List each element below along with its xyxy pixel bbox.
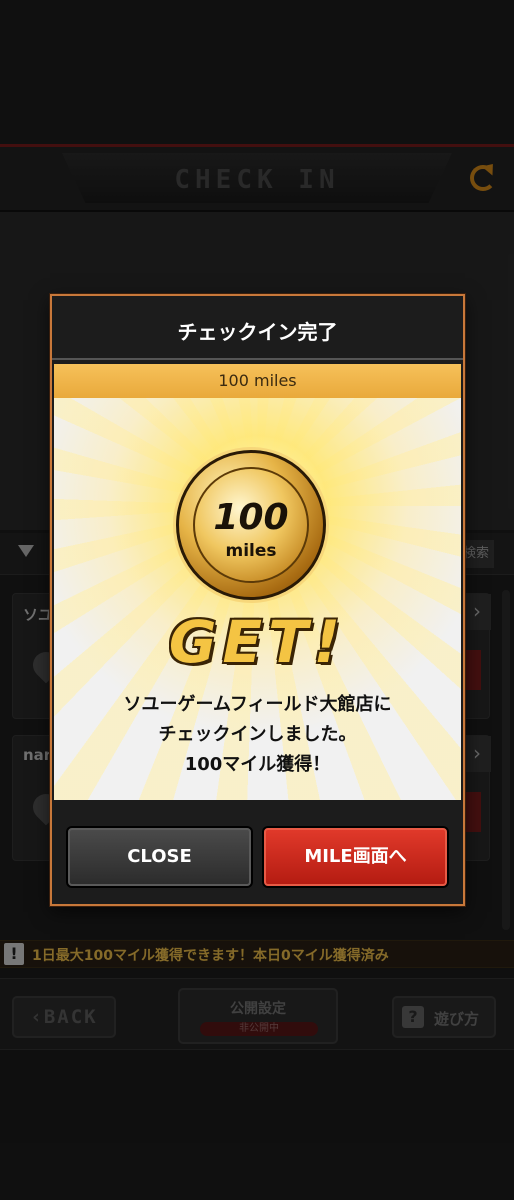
dialog-title: チェックイン完了 — [177, 320, 338, 344]
coin-face: 100 miles — [193, 467, 309, 583]
get-banner: GET! — [168, 608, 347, 676]
message-line: ソユーゲームフィールド大館店に — [123, 694, 392, 715]
checkin-complete-dialog: チェックイン完了 100 miles 100 miles GET! ソユーゲーム… — [50, 294, 465, 906]
checkin-message: ソユーゲームフィールド大館店に チェックインしました。 100マイル獲得！ — [54, 690, 461, 780]
coin-value: 100 — [213, 497, 289, 538]
mile-screen-button[interactable]: MILE画面へ — [264, 828, 447, 886]
reward-panel: 100 miles GET! ソユーゲームフィールド大館店に チェックインしまし… — [54, 398, 461, 800]
coin-unit: miles — [225, 541, 277, 561]
message-line: 100マイル獲得！ — [184, 754, 331, 775]
reward-banner: 100 miles — [54, 364, 461, 398]
close-button[interactable]: CLOSE — [68, 828, 251, 886]
mile-coin-icon: 100 miles — [176, 450, 326, 600]
divider — [52, 358, 463, 360]
message-line: チェックインしました。 — [158, 724, 357, 745]
